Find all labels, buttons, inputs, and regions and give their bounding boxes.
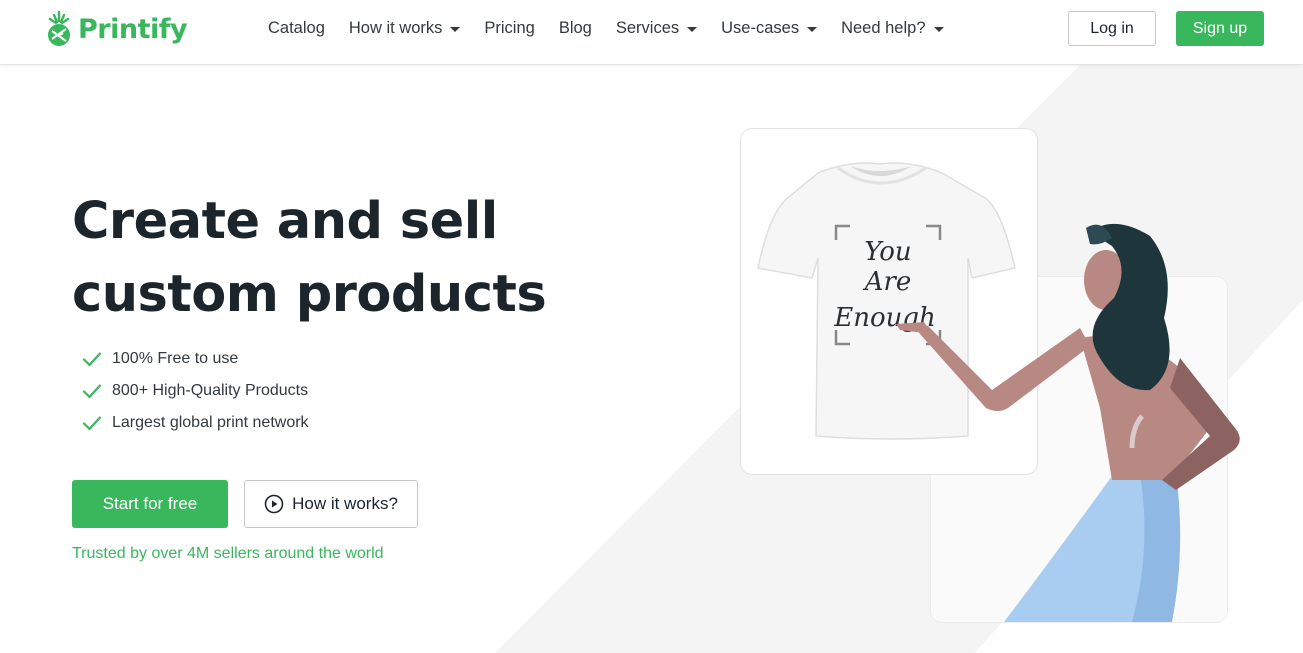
chevron-down-icon — [807, 27, 818, 32]
nav-need-help-label: Need help? — [841, 19, 926, 37]
feature-item: 800+ High-Quality Products — [82, 375, 309, 407]
shirt-print-line: You — [864, 237, 911, 267]
nav-how-it-works[interactable]: How it works — [349, 19, 461, 38]
nav-catalog-label: Catalog — [268, 19, 325, 37]
shirt-print-line: Are — [863, 267, 912, 297]
nav-use-cases-label: Use-cases — [721, 19, 800, 37]
chevron-down-icon — [450, 27, 461, 32]
nav-use-cases[interactable]: Use-cases — [721, 19, 818, 38]
chevron-down-icon — [687, 27, 698, 32]
login-button[interactable]: Log in — [1068, 11, 1156, 46]
brand-name: Printify — [78, 13, 188, 45]
tshirt-image: You Are Enough — [757, 162, 1016, 440]
nav-how-it-works-label: How it works — [348, 19, 443, 37]
check-icon — [82, 384, 102, 399]
nav-need-help[interactable]: Need help? — [841, 19, 944, 38]
feature-label: 800+ High-Quality Products — [112, 382, 309, 399]
nav-pricing[interactable]: Pricing — [484, 19, 534, 38]
hero-headline: Create and sell custom products — [72, 192, 547, 324]
feature-item: Largest global print network — [82, 407, 309, 439]
nav-catalog[interactable]: Catalog — [268, 19, 325, 38]
how-it-works-label: How it works? — [292, 494, 398, 513]
brand-logo[interactable]: Printify — [46, 11, 188, 47]
start-for-free-button[interactable]: Start for free — [72, 480, 228, 528]
nav-blog[interactable]: Blog — [559, 19, 592, 38]
feature-label: Largest global print network — [112, 414, 309, 431]
main-menu: Catalog How it works Pricing Blog Servic… — [268, 0, 968, 57]
check-icon — [82, 352, 102, 367]
trusted-text: Trusted by over 4M sellers around the wo… — [72, 545, 384, 562]
feature-item: 100% Free to use — [82, 343, 309, 375]
nav-blog-label: Blog — [558, 19, 592, 37]
feature-label: 100% Free to use — [112, 350, 239, 367]
chevron-down-icon — [933, 27, 944, 32]
nav-pricing-label: Pricing — [484, 19, 535, 37]
nav-services[interactable]: Services — [615, 19, 698, 38]
nav-services-label: Services — [615, 19, 680, 37]
how-it-works-button[interactable]: How it works? — [244, 480, 418, 528]
top-navigation: Printify Catalog How it works Pricing Bl… — [0, 0, 1303, 65]
pineapple-logo-icon — [48, 11, 70, 46]
feature-list: 100% Free to use 800+ High-Quality Produ… — [82, 343, 309, 439]
hero-illustration: You Are Enough — [757, 162, 1240, 622]
check-icon — [82, 416, 102, 431]
play-circle-icon — [264, 494, 284, 514]
signup-button[interactable]: Sign up — [1176, 11, 1264, 46]
